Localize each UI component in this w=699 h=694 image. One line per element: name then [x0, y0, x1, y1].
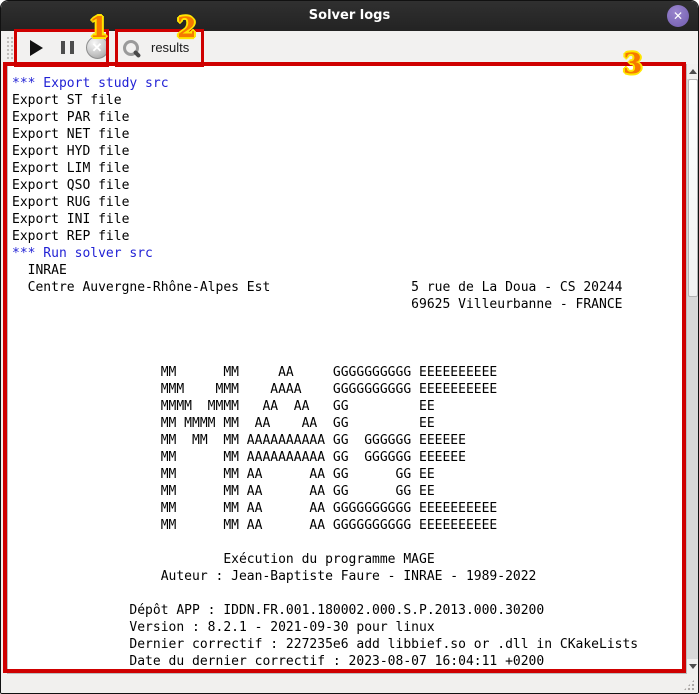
log-line: MMM MMM AAAA GGGGGGGGGG EEEEEEEEEE [12, 381, 686, 398]
log-line: MM MM AA AA GGGGGGGGGG EEEEEEEEEE [12, 517, 686, 534]
log-line: *** Export study src [12, 75, 686, 92]
log-line: Auteur : Jean-Baptiste Faure - INRAE - 1… [12, 568, 686, 585]
log-line: Export RUG file [12, 194, 686, 211]
window-title: Solver logs [1, 1, 698, 31]
log-line: Dépôt APP : IDDN.FR.001.180002.000.S.P.2… [12, 602, 686, 619]
scroll-up-button[interactable] [687, 64, 699, 79]
log-view[interactable]: *** Export study srcExport ST fileExport… [7, 64, 687, 674]
log-line: INRAE [12, 262, 686, 279]
log-line: MM MM AA AA GG GG EE [12, 483, 686, 500]
pause-icon [61, 41, 74, 54]
log-line [12, 347, 686, 364]
log-line: Version : 8.2.1 - 2021-09-30 pour linux [12, 619, 686, 636]
resize-grip[interactable] [683, 679, 695, 691]
scrollbar-thumb[interactable] [688, 79, 698, 297]
log-line: Centre Auvergne-Rhône-Alpes Est 5 rue de… [12, 279, 686, 296]
log-line: MM MM AA AA GG GG EE [12, 466, 686, 483]
pause-button[interactable] [54, 31, 80, 64]
solver-logs-window: Solver logs ✕ ✕ results *** Export study… [0, 0, 699, 694]
title-bar[interactable]: Solver logs ✕ [1, 1, 698, 31]
stop-button[interactable]: ✕ [84, 31, 110, 64]
search-icon [121, 38, 141, 58]
play-icon [30, 40, 43, 56]
log-line: Export NET file [12, 126, 686, 143]
log-line: Exécution du programme MAGE [12, 551, 686, 568]
log-line: 69625 Villeurbanne - FRANCE [12, 296, 686, 313]
log-line: Dernier correctif : 227235e6 add libbief… [12, 636, 686, 653]
log-line: MMMM MMMM AA AA GG EE [12, 398, 686, 415]
arrow-up-icon [689, 69, 697, 74]
log-line: Export ST file [12, 92, 686, 109]
log-line: Export HYD file [12, 143, 686, 160]
log-line [12, 313, 686, 330]
stop-icon: ✕ [86, 36, 109, 59]
log-line: Date du dernier correctif : 2023-08-07 1… [12, 653, 686, 670]
arrow-down-icon [689, 664, 697, 669]
close-icon: ✕ [673, 9, 683, 23]
log-line: MM MM AA GGGGGGGGGG EEEEEEEEEE [12, 364, 686, 381]
log-line [12, 330, 686, 347]
log-line: Export REP file [12, 228, 686, 245]
vertical-scrollbar[interactable] [687, 64, 699, 674]
log-line: MM MM MM AAAAAAAAAA GG GGGGGG EEEEEE [12, 432, 686, 449]
log-line: Export INI file [12, 211, 686, 228]
scroll-down-button[interactable] [687, 659, 699, 674]
toolbar-drag-handle[interactable] [6, 36, 14, 60]
log-text: *** Export study srcExport ST fileExport… [8, 65, 686, 670]
results-button[interactable]: results [117, 31, 203, 64]
log-line: Export QSO file [12, 177, 686, 194]
log-line: MM MMMM MM AA AA GG EE [12, 415, 686, 432]
log-line: Export PAR file [12, 109, 686, 126]
results-button-label: results [151, 40, 189, 55]
log-line [12, 534, 686, 551]
log-line: MM MM AAAAAAAAAA GG GGGGGG EEEEEE [12, 449, 686, 466]
log-line: MM MM AA AA GGGGGGGGGG EEEEEEEEEE [12, 500, 686, 517]
play-button[interactable] [23, 31, 49, 64]
toolbar: ✕ results [1, 31, 698, 64]
log-line [12, 585, 686, 602]
close-button[interactable]: ✕ [667, 5, 689, 27]
log-line: *** Run solver src [12, 245, 686, 262]
log-line: Export LIM file [12, 160, 686, 177]
status-bar [1, 674, 698, 694]
